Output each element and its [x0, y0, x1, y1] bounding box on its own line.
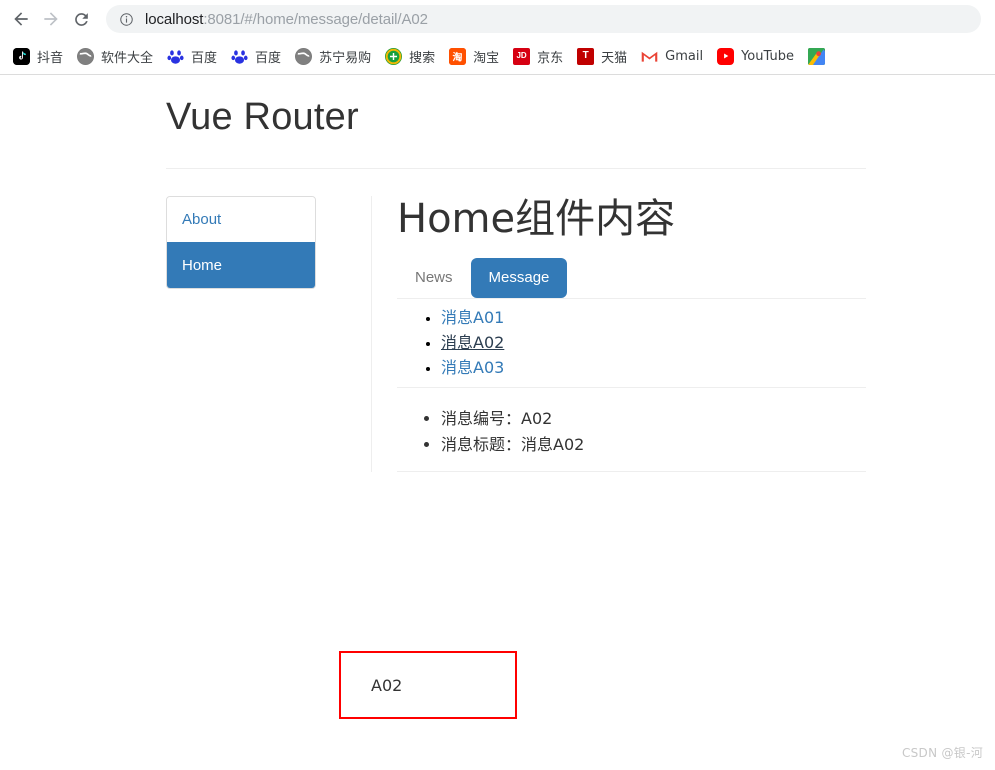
annotation-param-value: A02 — [371, 676, 403, 695]
site-info-icon[interactable] — [118, 11, 134, 27]
address-bar[interactable]: localhost:8081/#/home/message/detail/A02 — [106, 5, 981, 33]
message-link[interactable]: 消息A03 — [441, 358, 504, 377]
bookmark-label: 百度 — [191, 50, 218, 66]
sidebar-item-about[interactable]: About — [167, 196, 315, 242]
side-nav: About Home — [166, 195, 316, 289]
bookmark-label: 百度 — [255, 50, 282, 66]
bookmark-item[interactable]: 淘淘宝 — [442, 43, 506, 69]
bookmark-item[interactable]: 软件大全 — [70, 43, 160, 69]
bookmark-label: 天猫 — [601, 50, 628, 66]
forward-arrow-icon — [44, 12, 58, 26]
bookmark-label: 搜索 — [409, 50, 436, 66]
detail-divider — [397, 471, 866, 473]
sidebar-item-home[interactable]: Home — [167, 241, 315, 288]
tab-news[interactable]: News — [397, 258, 471, 298]
message-detail-list: 消息编号：A02消息标题：消息A02 — [397, 406, 866, 458]
annotation-highlight-box — [339, 651, 517, 719]
bookmark-item[interactable]: 搜索 — [378, 43, 442, 69]
bookmark-label: 软件大全 — [101, 50, 154, 66]
message-link[interactable]: 消息A01 — [441, 308, 504, 327]
back-arrow-icon — [14, 12, 28, 26]
svg-text:淘: 淘 — [453, 50, 463, 63]
watermark: CSDN @银-河 — [901, 746, 983, 760]
forward-button[interactable] — [36, 4, 66, 34]
gmail-icon — [641, 47, 659, 65]
douyin-icon — [13, 47, 30, 65]
bookmark-item[interactable]: 百度 — [224, 43, 288, 69]
bookmark-label: 淘宝 — [473, 50, 500, 66]
globe-icon — [77, 47, 95, 65]
layout-row: AboutHome Home组件内容 NewsMessage 消息A01消息A0… — [166, 195, 866, 473]
bookmark-item[interactable]: 抖音 — [6, 43, 70, 69]
bookmark-item[interactable]: 苏宁易购 — [288, 43, 378, 69]
bookmarks-bar: 抖音 软件大全 百度 百度 苏宁易购 搜索淘淘宝 JD 京东 T 天猫 Gmail YouTube — [0, 38, 995, 74]
title-divider — [166, 167, 866, 169]
youtube-icon — [717, 47, 735, 65]
browser-chrome: localhost:8081/#/home/message/detail/A02… — [0, 0, 995, 75]
bookmark-label: 苏宁易购 — [319, 50, 372, 66]
bookmark-item[interactable]: JD 京东 — [506, 43, 570, 69]
globe-icon — [295, 47, 313, 65]
baidu-icon — [231, 47, 249, 65]
message-link[interactable]: 消息A02 — [441, 333, 504, 352]
sou-icon — [385, 47, 403, 65]
maps-icon — [807, 47, 825, 65]
bookmark-item[interactable]: Gmail — [634, 43, 710, 69]
content-panel: Home组件内容 NewsMessage 消息A01 消息A02 消息A03 消息编… — [371, 195, 866, 473]
message-list: 消息A01 消息A02 消息A03 — [397, 299, 866, 387]
bookmark-item[interactable]: T 天猫 — [570, 43, 634, 69]
bookmark-item[interactable] — [801, 43, 839, 69]
bookmark-label: YouTube — [741, 48, 794, 64]
bookmark-label: 抖音 — [37, 50, 64, 66]
bookmark-item[interactable]: YouTube — [710, 43, 801, 69]
taobao-icon: 淘 — [449, 47, 467, 65]
message-list-item: 消息A02 — [441, 330, 866, 355]
detail-list-item: 消息标题：消息A02 — [441, 432, 866, 458]
page-title: Vue Router — [166, 96, 359, 138]
message-detail: 消息编号：A02消息标题：消息A02 — [397, 388, 866, 472]
jd-icon: JD — [513, 47, 531, 65]
tab-message[interactable]: Message — [470, 257, 568, 298]
tab-bar: News Message — [397, 257, 866, 298]
bookmark-item[interactable]: 百度 — [160, 43, 224, 69]
back-button[interactable] — [6, 4, 36, 34]
bookmark-label: 京东 — [537, 50, 564, 66]
reload-button[interactable] — [66, 4, 96, 34]
baidu-icon — [167, 47, 185, 65]
message-list-item: 消息A03 — [441, 355, 866, 380]
content-heading: Home组件内容 — [397, 195, 676, 242]
bookmark-label: Gmail — [665, 48, 704, 64]
page-viewport: Vue Router About Home Home组件内容 News Messag… — [0, 75, 995, 769]
browser-toolbar: localhost:8081/#/home/message/detail/A02 — [0, 0, 995, 38]
app-container: Vue Router About Home Home组件内容 News Messag… — [166, 75, 866, 473]
message-list-item: 消息A01 — [441, 305, 866, 330]
reload-icon — [74, 12, 88, 26]
url-text: localhost:8081/#/home/message/detail/A02 — [145, 10, 428, 28]
tmall-icon: T — [577, 47, 595, 65]
detail-list-item: 消息编号：A02 — [441, 406, 866, 432]
